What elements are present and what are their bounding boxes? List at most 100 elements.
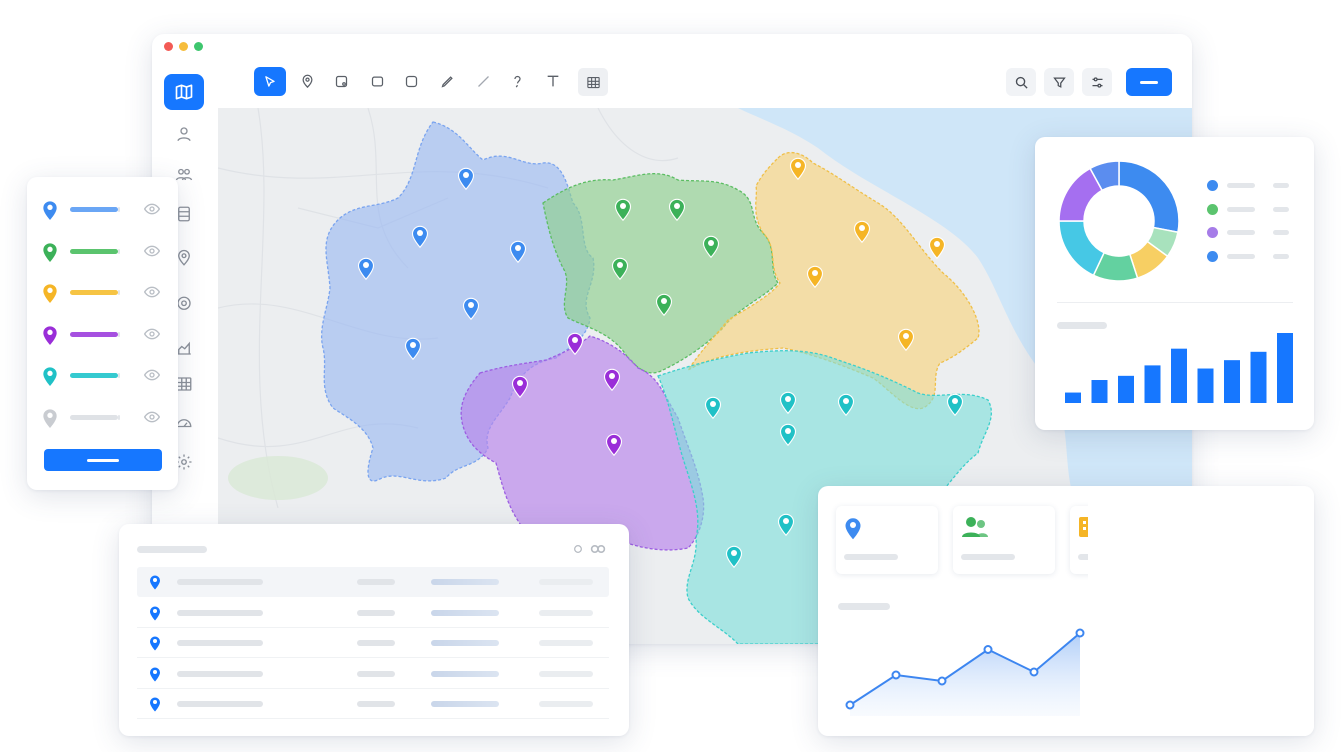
close-window-button[interactable] — [164, 42, 173, 51]
bar-7[interactable] — [1224, 360, 1240, 403]
table-row[interactable] — [137, 689, 609, 719]
row-date-placeholder — [539, 670, 593, 677]
row-status-placeholder — [431, 701, 499, 707]
tool-text[interactable] — [542, 70, 564, 92]
tool-line[interactable] — [472, 70, 494, 92]
table-row[interactable] — [137, 628, 609, 658]
maximize-window-button[interactable] — [194, 42, 203, 51]
bar-8[interactable] — [1250, 351, 1267, 403]
locations-table-panel — [119, 524, 629, 736]
donut-legend-item-2 — [1207, 203, 1307, 215]
line-point-1[interactable] — [845, 700, 855, 710]
dashboard-card-2[interactable] — [953, 506, 1055, 574]
layer-pin-icon — [42, 199, 58, 221]
layer-bar-track — [118, 207, 120, 212]
layer-item-5[interactable] — [42, 365, 167, 387]
line-point-2[interactable] — [891, 670, 901, 680]
bar-1[interactable] — [1065, 392, 1081, 403]
minimize-window-button[interactable] — [179, 42, 188, 51]
row-date-placeholder — [539, 609, 593, 616]
layer-item-6[interactable] — [42, 407, 167, 429]
line-chart — [845, 628, 1085, 716]
layer-name-placeholder — [70, 290, 118, 295]
eye-icon[interactable] — [144, 202, 160, 216]
layers-apply-label-placeholder — [87, 458, 119, 462]
layer-bar-track — [118, 414, 120, 420]
row-name-placeholder — [177, 701, 263, 707]
layer-item-4[interactable] — [42, 324, 167, 346]
table-refresh-icon[interactable] — [571, 542, 585, 556]
line-chart-title-placeholder — [838, 603, 890, 610]
line-point-6[interactable] — [1075, 628, 1085, 638]
eye-icon[interactable] — [144, 327, 160, 341]
green-park — [228, 456, 328, 500]
tool-pin[interactable] — [296, 70, 318, 92]
row-value-placeholder — [357, 579, 395, 585]
eye-icon[interactable] — [144, 244, 160, 258]
bar-5[interactable] — [1171, 348, 1187, 403]
bar-9[interactable] — [1277, 333, 1293, 403]
donut-legend-item-4 — [1207, 250, 1307, 262]
layer-name-placeholder — [70, 248, 118, 254]
bar-chart — [1065, 333, 1293, 403]
users-icon — [961, 516, 989, 538]
table-row[interactable] — [137, 567, 609, 597]
sidebar-item-map[interactable] — [164, 74, 204, 110]
layer-item-2[interactable] — [42, 241, 167, 263]
row-value-placeholder — [357, 640, 395, 646]
filter-button[interactable] — [1044, 68, 1074, 96]
row-name-placeholder — [177, 609, 263, 616]
eye-icon[interactable] — [144, 368, 160, 382]
line-point-5[interactable] — [1029, 667, 1039, 677]
layers-panel — [27, 177, 178, 490]
settings-sliders-button[interactable] — [1082, 68, 1112, 96]
tool-square[interactable] — [400, 70, 422, 92]
map-marker-yellow-3[interactable] — [928, 236, 946, 260]
dashboard-card-1[interactable] — [836, 506, 938, 574]
eye-icon[interactable] — [144, 285, 160, 299]
row-date-placeholder — [539, 579, 593, 585]
layer-item-1[interactable] — [42, 199, 167, 221]
bar-4[interactable] — [1144, 365, 1161, 403]
legend-dot — [1207, 180, 1218, 191]
tool-pencil[interactable] — [436, 70, 458, 92]
bar-6[interactable] — [1197, 368, 1214, 403]
layer-bar-track — [118, 331, 120, 337]
tool-polygon[interactable] — [330, 70, 352, 92]
sidebar-item-user[interactable] — [172, 122, 196, 146]
tool-lasso[interactable] — [506, 70, 528, 92]
row-pin-icon — [149, 574, 161, 590]
bar-3[interactable] — [1118, 375, 1134, 403]
dashboard-panel — [818, 486, 1314, 736]
layer-item-3[interactable] — [42, 282, 167, 304]
donut-slice-1[interactable] — [1118, 160, 1180, 234]
layer-pin-icon — [42, 407, 58, 429]
bar-2[interactable] — [1091, 380, 1108, 403]
users-icon — [175, 168, 193, 181]
table-link-icon[interactable] — [589, 542, 607, 556]
row-pin-icon — [149, 605, 161, 621]
search-button[interactable] — [1006, 68, 1036, 96]
line-point-4[interactable] — [983, 645, 993, 654]
eye-icon[interactable] — [144, 410, 160, 424]
tool-pointer[interactable] — [254, 67, 286, 96]
table-title-placeholder — [137, 546, 207, 553]
primary-action-button[interactable] — [1126, 68, 1172, 96]
layers-apply-button[interactable] — [44, 449, 162, 471]
tool-rectangle[interactable] — [366, 70, 388, 92]
layer-pin-icon — [42, 365, 58, 387]
line-point-3[interactable] — [937, 676, 947, 686]
table-row[interactable] — [137, 659, 609, 689]
layer-pin-icon — [42, 324, 58, 346]
text-icon — [547, 75, 559, 87]
layer-name-placeholder — [70, 414, 118, 420]
toolbar — [218, 34, 1192, 108]
line-icon — [477, 75, 489, 87]
window-controls — [164, 42, 203, 51]
dashboard-fade — [1088, 486, 1314, 736]
legend-value-placeholder — [1273, 230, 1289, 235]
row-value-placeholder — [357, 609, 395, 616]
donut-slice-5[interactable] — [1058, 220, 1106, 277]
tool-grid[interactable] — [578, 68, 608, 96]
table-row[interactable] — [137, 598, 609, 628]
